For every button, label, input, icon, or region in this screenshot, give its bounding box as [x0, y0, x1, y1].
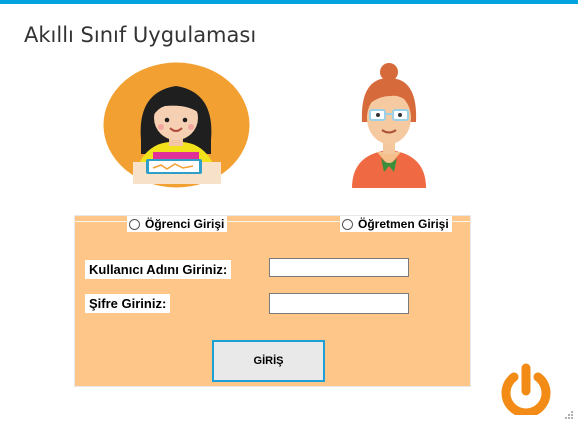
window-top-accent-bar	[0, 0, 578, 4]
login-panel: Öğrenci Girişi Öğretmen Girişi Kullanıcı…	[74, 215, 471, 387]
password-input[interactable]	[269, 293, 409, 314]
username-input[interactable]	[269, 258, 409, 277]
username-label: Kullanıcı Adını Giriniz:	[85, 260, 232, 279]
app-title: Akıllı Sınıf Uygulaması	[24, 23, 257, 47]
password-label: Şifre Giriniz:	[85, 294, 171, 313]
teacher-login-label: Öğretmen Girişi	[358, 217, 449, 231]
resize-grip-icon[interactable]	[564, 410, 574, 420]
teacher-avatar-icon	[352, 63, 426, 188]
power-icon[interactable]	[498, 363, 554, 415]
radio-circle-icon[interactable]	[129, 218, 140, 230]
login-button[interactable]: GİRİŞ	[212, 340, 325, 382]
student-login-radio[interactable]: Öğrenci Girişi	[127, 216, 228, 232]
radio-circle-icon[interactable]	[342, 218, 353, 230]
teacher-login-radio[interactable]: Öğretmen Girişi	[340, 216, 452, 232]
student-login-label: Öğrenci Girişi	[145, 217, 225, 231]
student-avatar-icon	[103, 62, 250, 188]
